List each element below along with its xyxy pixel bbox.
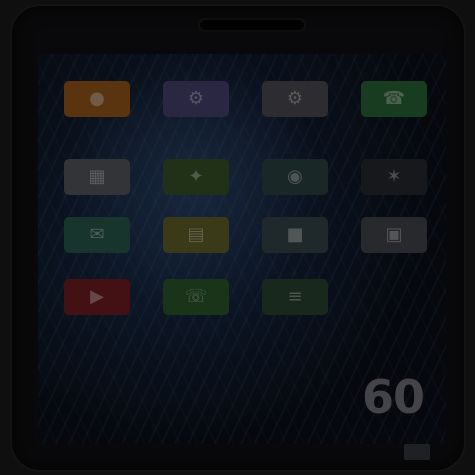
app-calendar[interactable]: ▦ (52, 146, 142, 195)
app-label (250, 204, 340, 214)
maps-icon: ✦ (188, 166, 204, 187)
calendar-icon: ▦ (88, 166, 106, 187)
app-whatsapp[interactable]: ☏ (151, 266, 241, 315)
app-label (151, 266, 241, 276)
network-icon: ✶ (386, 166, 402, 187)
app-label (151, 68, 241, 78)
app-label (250, 266, 340, 276)
app-tile[interactable]: ● (64, 81, 130, 117)
phone-icon: ☎ (382, 88, 406, 109)
app-tile[interactable]: ⚙ (163, 81, 229, 117)
clock-minutes: 60 (361, 370, 425, 424)
app-tile[interactable]: ⚙ (262, 81, 328, 117)
app-youtube[interactable]: ▶ (52, 266, 142, 315)
app-label (250, 68, 340, 78)
app-tile[interactable]: ✉ (64, 217, 130, 253)
app-label (151, 146, 241, 156)
app-widget[interactable]: ■ (250, 204, 340, 253)
app-tile[interactable]: ▶ (64, 279, 130, 315)
app-label (52, 266, 142, 276)
widget-icon: ■ (286, 224, 304, 245)
app-network[interactable]: ✶ (349, 146, 439, 195)
gear-icon: ⚙ (286, 88, 304, 109)
app-tile[interactable]: ✦ (163, 159, 229, 195)
app-tile[interactable]: ■ (262, 217, 328, 253)
earpiece-speaker (200, 20, 304, 30)
clock-widget[interactable]: 60 (254, 370, 425, 424)
app-tile[interactable]: ✶ (361, 159, 427, 195)
clock-time: 60 (254, 370, 425, 424)
whatsapp-icon: ☏ (184, 286, 208, 307)
app-label (349, 68, 439, 78)
app-camera[interactable]: ◉ (250, 146, 340, 195)
app-gear[interactable]: ⚙ (250, 68, 340, 117)
app-phone[interactable]: ☎ (349, 68, 439, 117)
youtube-icon: ▶ (90, 286, 104, 307)
app-label (349, 146, 439, 156)
app-spotify[interactable]: ≡ (250, 266, 340, 315)
home-button[interactable] (404, 444, 430, 460)
app-label (349, 204, 439, 214)
app-label (52, 68, 142, 78)
settings-icon: ⚙ (187, 88, 205, 109)
app-maps[interactable]: ✦ (151, 146, 241, 195)
app-label (52, 146, 142, 156)
app-tile[interactable]: ▣ (361, 217, 427, 253)
phone-bezel: ● ⚙ ⚙ ☎ ▦ ✦ ◉ ✶ ✉ ▤ ■ ▣ ▶ ☏ ≡ 60 (12, 6, 464, 470)
app-store[interactable]: ▣ (349, 204, 439, 253)
messages-icon: ✉ (89, 224, 105, 245)
app-label (151, 204, 241, 214)
app-tile[interactable]: ☎ (361, 81, 427, 117)
app-messages[interactable]: ✉ (52, 204, 142, 253)
app-tile[interactable]: ▤ (163, 217, 229, 253)
app-notes[interactable]: ▤ (151, 204, 241, 253)
app-tile[interactable]: ☏ (163, 279, 229, 315)
notes-icon: ▤ (187, 224, 205, 245)
camera-icon: ◉ (287, 166, 303, 187)
orange-circle-icon: ● (89, 88, 105, 109)
app-tile[interactable]: ▦ (64, 159, 130, 195)
spotify-icon: ≡ (287, 286, 303, 307)
app-label (250, 146, 340, 156)
home-screen: ● ⚙ ⚙ ☎ ▦ ✦ ◉ ✶ ✉ ▤ ■ ▣ ▶ ☏ ≡ 60 (38, 54, 446, 444)
app-label (52, 204, 142, 214)
photo-background: ● ⚙ ⚙ ☎ ▦ ✦ ◉ ✶ ✉ ▤ ■ ▣ ▶ ☏ ≡ 60 (0, 0, 475, 475)
store-icon: ▣ (385, 224, 403, 245)
app-orange-circle[interactable]: ● (52, 68, 142, 117)
app-tile[interactable]: ≡ (262, 279, 328, 315)
app-tile[interactable]: ◉ (262, 159, 328, 195)
app-settings[interactable]: ⚙ (151, 68, 241, 117)
